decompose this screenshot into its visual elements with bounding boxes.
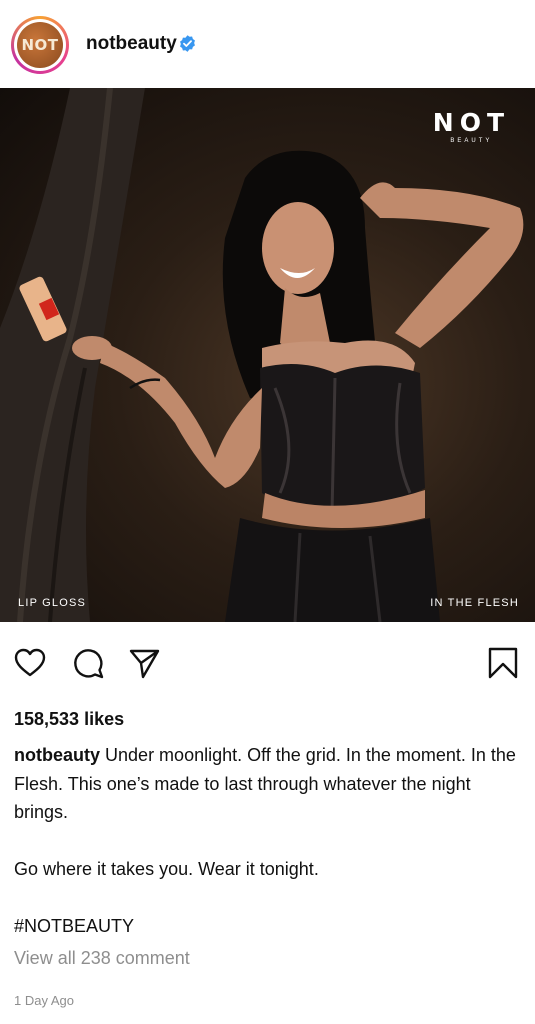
- post-caption: notbeauty Under moonlight. Off the grid.…: [14, 741, 519, 941]
- heart-icon[interactable]: [13, 646, 47, 680]
- post-timestamp: 1 Day Ago: [14, 993, 74, 1008]
- brand-watermark-main: NOT: [432, 108, 510, 137]
- username-link[interactable]: notbeauty: [86, 33, 177, 55]
- brand-watermark: NOT BEAUTY: [433, 108, 510, 144]
- bookmark-icon[interactable]: [486, 646, 520, 680]
- like-count[interactable]: 158,533 likes: [14, 709, 124, 730]
- verified-badge-icon: [180, 35, 195, 52]
- post-header: NOT notbeauty: [0, 0, 535, 88]
- photo-illustration: [0, 88, 524, 622]
- brand-watermark-sub: BEAUTY: [450, 138, 493, 144]
- post-actions: [0, 622, 535, 702]
- post-photo[interactable]: NOT BEAUTY LIP GLOSS IN THE FLESH: [0, 88, 535, 622]
- caption-hashtag[interactable]: #NOTBEAUTY: [14, 912, 519, 941]
- caption-username[interactable]: notbeauty: [14, 745, 100, 765]
- send-icon[interactable]: [127, 646, 161, 680]
- view-comments-link[interactable]: View all 238 comment: [14, 948, 190, 969]
- avatar-logo-text: NOT: [21, 36, 59, 54]
- caption-text-line2: Go where it takes you. Wear it tonight.: [14, 859, 319, 879]
- photo-label-product: LIP GLOSS: [18, 597, 87, 609]
- avatar[interactable]: NOT: [11, 16, 69, 74]
- comment-icon[interactable]: [71, 646, 105, 680]
- photo-label-shade: IN THE FLESH: [430, 597, 519, 609]
